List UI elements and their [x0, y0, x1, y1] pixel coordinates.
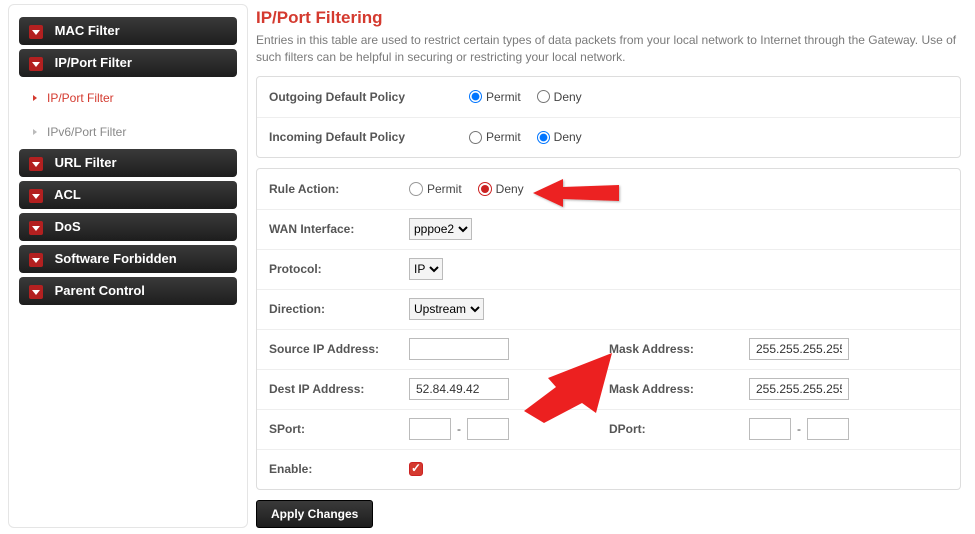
default-policy-panel: Outgoing Default Policy Permit Deny Inco… — [256, 76, 961, 158]
outgoing-deny-radio[interactable] — [537, 90, 550, 103]
radio-label: Permit — [486, 130, 521, 144]
sport-from-input[interactable] — [409, 418, 451, 440]
dest-mask-input[interactable] — [749, 378, 849, 400]
source-mask-input[interactable] — [749, 338, 849, 360]
sidebar-item-label: Parent Control — [55, 283, 145, 298]
enable-checkbox[interactable] — [409, 462, 423, 476]
sport-to-input[interactable] — [467, 418, 509, 440]
sidebar-item-acl[interactable]: ACL — [19, 181, 237, 209]
rule-permit-option[interactable]: Permit — [409, 182, 462, 196]
outgoing-policy-control: Permit Deny — [457, 82, 960, 112]
direction-select[interactable]: Upstream — [409, 298, 484, 320]
sidebar-item-dos[interactable]: DoS — [19, 213, 237, 241]
radio-label: Permit — [486, 90, 521, 104]
source-ip-label: Source IP Address: — [257, 332, 397, 366]
sidebar-item-label: MAC Filter — [55, 23, 120, 38]
sidebar-item-url-filter[interactable]: URL Filter — [19, 149, 237, 177]
dest-mask-label: Mask Address: — [597, 372, 737, 406]
incoming-deny-option[interactable]: Deny — [537, 130, 582, 144]
sidebar-sub-ipv6-port-filter[interactable]: IPv6/Port Filter — [19, 115, 237, 149]
dport-from-input[interactable] — [749, 418, 791, 440]
protocol-label: Protocol: — [257, 252, 397, 286]
sidebar-item-label: ACL — [54, 187, 81, 202]
sport-label: SPort: — [257, 412, 397, 446]
enable-label: Enable: — [257, 452, 397, 486]
outgoing-permit-radio[interactable] — [469, 90, 482, 103]
chevron-down-icon — [29, 157, 43, 171]
rule-action-label: Rule Action: — [257, 172, 397, 206]
chevron-down-icon — [29, 221, 43, 235]
content: IP/Port Filtering Entries in this table … — [256, 0, 975, 528]
dash-label: - — [457, 422, 461, 436]
radio-label: Deny — [496, 182, 524, 196]
page-description: Entries in this table are used to restri… — [256, 32, 961, 66]
sidebar-item-parent-control[interactable]: Parent Control — [19, 277, 237, 305]
dport-to-input[interactable] — [807, 418, 849, 440]
apply-changes-button[interactable]: Apply Changes — [256, 500, 373, 528]
page-title: IP/Port Filtering — [256, 8, 961, 28]
sidebar-item-label: URL Filter — [55, 155, 117, 170]
sidebar: MAC Filter IP/Port Filter IP/Port Filter… — [8, 4, 248, 528]
incoming-deny-radio[interactable] — [537, 131, 550, 144]
rule-deny-option[interactable]: Deny — [478, 182, 524, 196]
incoming-permit-radio[interactable] — [469, 131, 482, 144]
incoming-permit-option[interactable]: Permit — [469, 130, 521, 144]
radio-label: Deny — [554, 90, 582, 104]
rule-deny-radio[interactable] — [478, 182, 492, 196]
outgoing-permit-option[interactable]: Permit — [469, 90, 521, 104]
chevron-down-icon — [29, 25, 43, 39]
source-mask-label: Mask Address: — [597, 332, 737, 366]
source-ip-input[interactable] — [409, 338, 509, 360]
direction-label: Direction: — [257, 292, 397, 326]
sidebar-item-label: Software Forbidden — [55, 251, 177, 266]
sidebar-item-software-forbidden[interactable]: Software Forbidden — [19, 245, 237, 273]
chevron-down-icon — [29, 253, 43, 267]
wan-interface-select[interactable]: pppoe2 — [409, 218, 472, 240]
chevron-down-icon — [29, 189, 43, 203]
sidebar-sub-label: IP/Port Filter — [47, 91, 114, 105]
sidebar-item-label: IP/Port Filter — [55, 55, 132, 70]
dest-ip-input[interactable] — [409, 378, 509, 400]
incoming-policy-label: Incoming Default Policy — [257, 120, 457, 154]
radio-label: Deny — [554, 130, 582, 144]
chevron-down-icon — [29, 285, 43, 299]
sidebar-item-mac-filter[interactable]: MAC Filter — [19, 17, 237, 45]
radio-label: Permit — [427, 182, 462, 196]
rule-panel: Rule Action: Permit Deny WAN Interface: — [256, 168, 961, 490]
incoming-policy-control: Permit Deny — [457, 122, 960, 152]
sidebar-sub-label: IPv6/Port Filter — [47, 125, 126, 139]
outgoing-policy-label: Outgoing Default Policy — [257, 80, 457, 114]
sidebar-item-label: DoS — [55, 219, 81, 234]
rule-action-control: Permit Deny — [397, 174, 960, 204]
protocol-select[interactable]: IP — [409, 258, 443, 280]
dport-label: DPort: — [597, 412, 737, 446]
wan-interface-label: WAN Interface: — [257, 212, 397, 246]
sidebar-sub-ip-port-filter[interactable]: IP/Port Filter — [19, 81, 237, 115]
chevron-down-icon — [29, 57, 43, 71]
dash-label: - — [797, 422, 801, 436]
rule-permit-radio[interactable] — [409, 182, 423, 196]
sidebar-item-ip-port-filter[interactable]: IP/Port Filter — [19, 49, 237, 77]
dest-ip-label: Dest IP Address: — [257, 372, 397, 406]
outgoing-deny-option[interactable]: Deny — [537, 90, 582, 104]
